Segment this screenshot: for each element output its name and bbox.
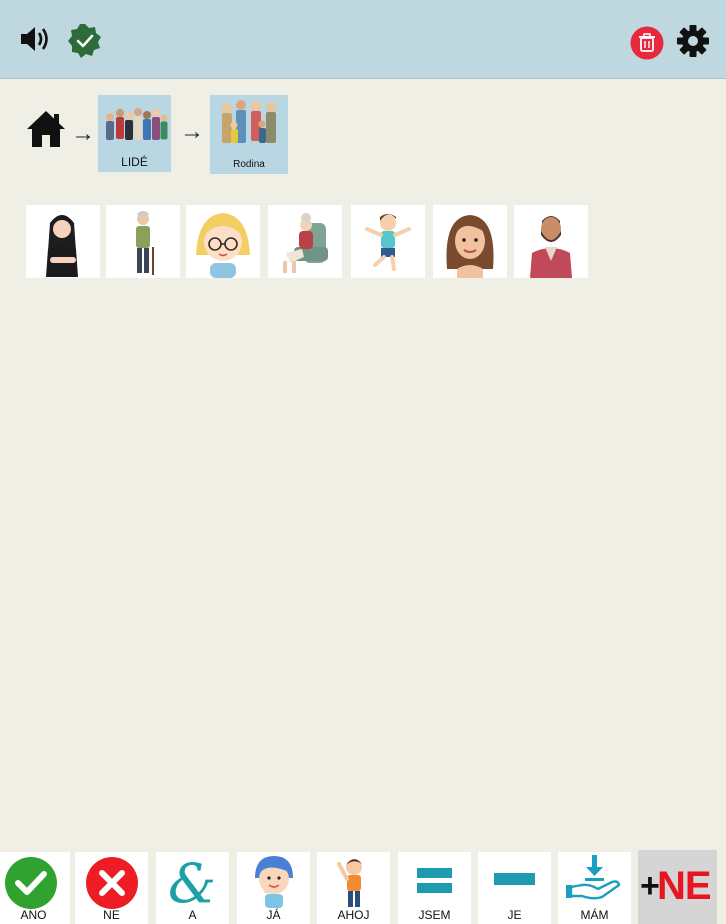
breadcrumb-item-label: Rodina xyxy=(233,159,265,170)
tile-jsem[interactable]: JSEM xyxy=(398,852,471,924)
core-vocabulary-bar: ANO NE & A JÁ AHOJ JSEM JE MÁM + NE xyxy=(0,425,726,924)
person-card-woman-dark-hair[interactable] xyxy=(26,205,100,278)
person-card-blonde-girl[interactable] xyxy=(186,205,260,278)
add-negation-button[interactable]: + NE xyxy=(638,850,717,924)
ampersand-icon: & xyxy=(168,852,216,912)
tile-label: JÁ xyxy=(266,908,281,922)
tile-label: ANO xyxy=(20,908,47,922)
breadcrumb-item-label: LIDÉ xyxy=(121,155,148,169)
equals-icon xyxy=(417,868,452,893)
person-card-bearded-man[interactable] xyxy=(514,205,588,278)
tile-a[interactable]: & A xyxy=(156,852,229,924)
tile-mam[interactable]: MÁM xyxy=(558,852,631,924)
svg-text:&: & xyxy=(168,852,216,912)
family-image xyxy=(222,100,276,143)
person-card-brown-haired-woman[interactable] xyxy=(433,205,507,278)
x-circle-icon xyxy=(86,857,138,909)
tile-ne[interactable]: NE xyxy=(75,852,148,924)
child-pointing-self-icon xyxy=(255,856,293,908)
breadcrumb-item-lide[interactable]: LIDÉ xyxy=(98,95,171,172)
tile-label: JSEM xyxy=(418,908,451,922)
boy-waving-icon xyxy=(337,859,362,907)
minus-icon xyxy=(494,873,535,885)
home-icon[interactable] xyxy=(26,110,66,148)
tile-label: MÁM xyxy=(580,908,609,922)
tile-label: JE xyxy=(507,908,522,922)
group-of-people-image xyxy=(106,108,168,140)
breadcrumb-item-rodina[interactable]: Rodina xyxy=(210,95,288,174)
check-circle-icon xyxy=(5,857,57,909)
person-card-elderly-man[interactable] xyxy=(106,205,180,278)
tile-ano[interactable]: ANO xyxy=(0,852,70,924)
person-card-jumping-boy[interactable] xyxy=(351,205,425,278)
hand-receiving-icon xyxy=(566,855,621,900)
breadcrumb-arrow: → xyxy=(180,118,204,145)
negation-label: NE xyxy=(657,864,712,908)
breadcrumb-arrow: → xyxy=(71,120,95,147)
tile-label: AHOJ xyxy=(337,908,370,922)
tile-ja[interactable]: JÁ xyxy=(237,852,310,924)
breadcrumb: → LIDÉ → Rodina xyxy=(0,0,726,180)
person-card-grandmother[interactable] xyxy=(268,205,342,278)
tile-ahoj[interactable]: AHOJ xyxy=(317,852,390,924)
tile-label: A xyxy=(188,908,197,922)
tile-je[interactable]: JE xyxy=(478,852,551,924)
tile-label: NE xyxy=(103,908,120,922)
